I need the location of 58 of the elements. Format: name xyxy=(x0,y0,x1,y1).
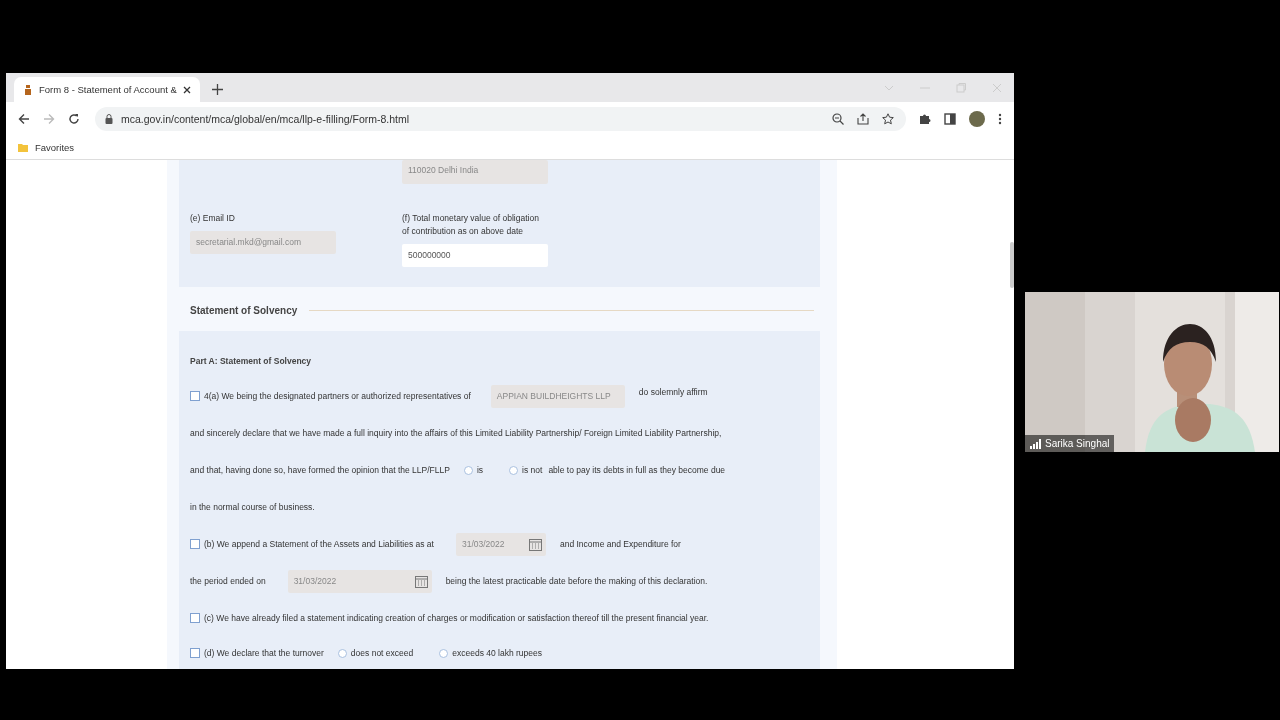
declaration-text: and that, having done so, have formed the opinion that the LLP/FLLP xyxy=(190,465,450,475)
input-field[interactable]: 500000000 xyxy=(402,244,548,267)
zoom-icon[interactable] xyxy=(832,113,844,125)
date-field: 31/03/2022 xyxy=(287,569,432,593)
declaration-text: 4(a) We being the designated partners or authorized representatives of xyxy=(204,391,471,401)
calendar-icon[interactable] xyxy=(414,574,428,588)
declaration-text: and sincerely declare that we have made a full inquiry into the affairs of this Limited Liability Partnership/ Foreign Limited Liability Partnership, xyxy=(190,428,722,438)
share-icon[interactable] xyxy=(857,113,869,125)
declaration-text: (d) We declare that the turnover xyxy=(204,648,324,658)
plus-icon[interactable] xyxy=(211,84,223,95)
option-label: does not exceed xyxy=(350,648,414,658)
declaration-text: the period ended on xyxy=(190,576,266,586)
field-label: (f) Total monetary value of obligation of contribution as on above date xyxy=(402,212,540,238)
folder-icon xyxy=(18,143,28,152)
declaration-text: able to pay its debts in full as they become due xyxy=(548,465,726,475)
address-field[interactable]: mca.gov.in/content/mca/global/en/mca/llp-e-filling/Form-8.html xyxy=(95,107,906,131)
browser-tab[interactable]: Form 8 - Statement of Account & xyxy=(14,77,200,102)
bookmark-item[interactable]: Favorites xyxy=(18,142,75,153)
tab-title: Form 8 - Statement of Account & xyxy=(39,84,177,95)
side-panel-icon[interactable] xyxy=(944,113,956,125)
radio-button[interactable] xyxy=(463,465,473,475)
declaration-text: being the latest practicable date before the making of this declaration. xyxy=(445,576,708,586)
part-title: Part A: Statement of Solvency xyxy=(190,356,313,366)
checkbox[interactable] xyxy=(190,539,200,549)
date-field: 31/03/2022 xyxy=(455,532,546,556)
declaration-text: (b) We append a Statement of the Assets and Liabilities as at xyxy=(204,539,434,549)
input-field: secretarial.mkd@gmail.com xyxy=(190,231,336,254)
checkbox[interactable] xyxy=(190,613,200,623)
checkbox[interactable] xyxy=(190,391,200,401)
emblem-icon xyxy=(23,83,33,96)
address-field: 110020 Delhi India xyxy=(402,160,548,184)
lock-icon xyxy=(105,114,113,124)
declaration-text: and Income and Expenditure for xyxy=(559,539,681,549)
declaration-text: in the normal course of business. xyxy=(190,502,315,512)
declaration-text: (c) We have already filed a statement indicating creation of charges or modification or satisfaction thereof till the present financial year. xyxy=(204,613,709,623)
avatar-icon[interactable] xyxy=(969,111,985,127)
option-label: is xyxy=(476,465,484,475)
option-label: is not xyxy=(522,465,543,475)
forward-icon[interactable] xyxy=(43,113,55,125)
radio-button[interactable] xyxy=(439,648,449,658)
menu-icon[interactable] xyxy=(998,113,1002,125)
calendar-icon[interactable] xyxy=(528,537,542,551)
scrollbar-thumb[interactable] xyxy=(1010,242,1014,288)
close-icon[interactable] xyxy=(182,85,191,94)
signal-icon xyxy=(1030,438,1041,449)
back-icon[interactable] xyxy=(18,113,30,125)
declaration-text: do solemnly affirm xyxy=(638,387,708,397)
radio-button[interactable] xyxy=(337,648,347,658)
reload-icon[interactable] xyxy=(68,113,80,125)
section-title: Statement of Solvency xyxy=(190,304,298,316)
radio-button[interactable] xyxy=(509,465,519,475)
option-label: exceeds 40 lakh rupees xyxy=(452,648,543,658)
checkbox[interactable] xyxy=(190,648,200,658)
llp-name-field: APPIAN BUILDHEIGHTS LLP xyxy=(490,384,625,408)
field-label: (e) Email ID xyxy=(190,212,236,225)
puzzle-icon[interactable] xyxy=(919,113,931,125)
star-icon[interactable] xyxy=(882,113,894,125)
participant-name: Sarika Singhal xyxy=(1025,435,1115,452)
